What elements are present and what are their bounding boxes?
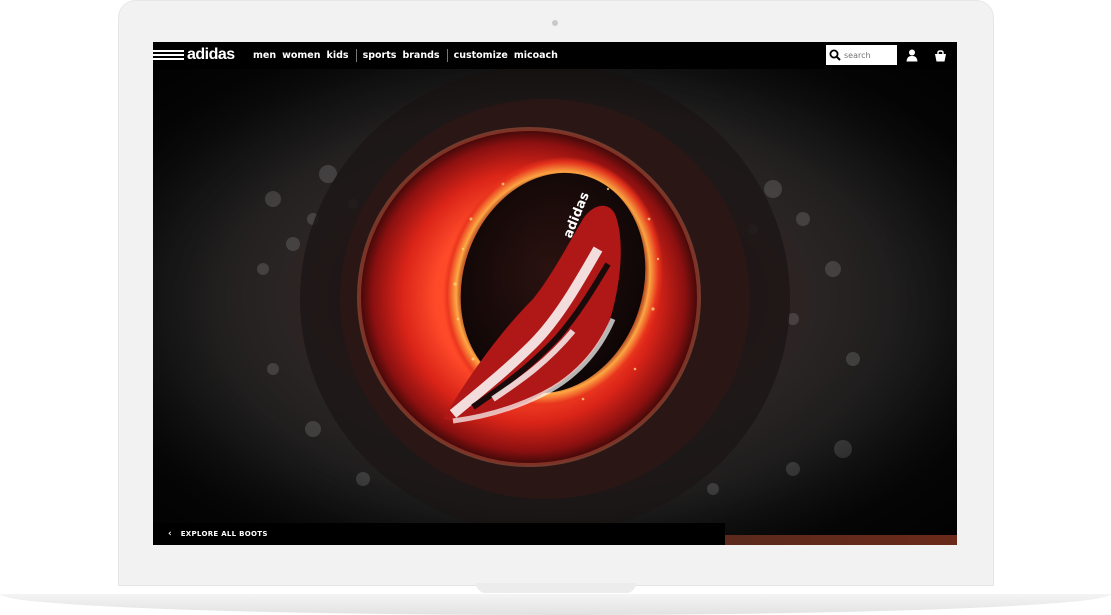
top-navigation: adidas men women kids sports brands cust… xyxy=(153,42,957,69)
laptop-notch xyxy=(476,583,636,593)
explore-label: EXPLORE ALL BOOTS xyxy=(180,530,268,538)
hero-image: adidas xyxy=(153,64,957,545)
nav-brands[interactable]: brands xyxy=(402,50,439,61)
screen: adidas men women kids sports brands cust… xyxy=(153,42,957,545)
chevron-left-icon: ‹ xyxy=(168,529,172,539)
nav-men[interactable]: men xyxy=(253,50,276,61)
laptop-base xyxy=(0,594,1111,615)
logo-text: adidas xyxy=(187,46,235,63)
search-box[interactable] xyxy=(826,45,897,65)
search-icon[interactable] xyxy=(829,49,841,61)
logo-stripes-icon xyxy=(153,50,184,60)
nav-divider xyxy=(355,49,357,62)
adidas-logo[interactable]: adidas xyxy=(153,46,235,64)
main-nav: men women kids sports brands customize m… xyxy=(253,42,564,69)
webcam xyxy=(552,20,558,26)
shopping-bag-icon[interactable] xyxy=(934,49,947,62)
explore-all-boots-link[interactable]: ‹ EXPLORE ALL BOOTS xyxy=(153,523,725,545)
nav-micoach[interactable]: micoach xyxy=(514,50,558,61)
nav-kids[interactable]: kids xyxy=(327,50,349,61)
nav-customize[interactable]: customize xyxy=(454,50,508,61)
nav-sports[interactable]: sports xyxy=(363,50,397,61)
nav-divider xyxy=(446,49,448,62)
user-icon[interactable] xyxy=(906,49,918,62)
nav-women[interactable]: women xyxy=(282,50,320,61)
search-input[interactable] xyxy=(841,50,894,60)
hero-banner[interactable]: adidas xyxy=(153,64,957,545)
